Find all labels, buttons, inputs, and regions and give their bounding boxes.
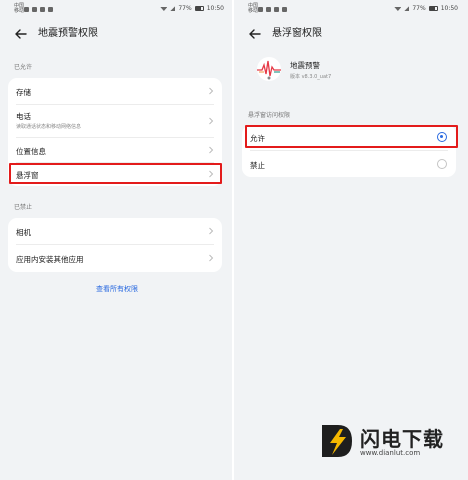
notification-icon — [282, 7, 287, 12]
notification-icons — [24, 7, 53, 12]
permission-label: 位置信息 — [16, 147, 46, 156]
permission-label: 存储 — [16, 88, 31, 97]
chevron-right-icon — [209, 87, 214, 95]
notification-icons — [258, 7, 287, 12]
notification-icon — [258, 7, 263, 12]
notification-icon — [274, 7, 279, 12]
nav-bar: 悬浮窗权限 — [234, 24, 468, 44]
wifi-icon — [394, 7, 402, 11]
status-right: 77% 10:50 — [160, 5, 224, 12]
permission-item-location[interactable]: 位置信息 — [8, 138, 222, 162]
permission-item-phone[interactable]: 电话 读取通话状态和移动网络信息 — [8, 105, 222, 137]
watermark-url: www.dianlut.com — [360, 449, 421, 457]
watermark-logo-icon — [322, 425, 352, 457]
signal-icon — [170, 6, 176, 11]
notification-icon — [48, 7, 53, 12]
battery-icon — [428, 6, 438, 11]
option-deny[interactable]: 禁止 — [242, 151, 456, 177]
back-arrow-icon[interactable] — [14, 27, 28, 41]
app-name: 地震预警 — [290, 61, 320, 70]
status-right: 77% 10:50 — [394, 5, 458, 12]
battery-icon — [194, 6, 204, 11]
nav-bar: 地震预警权限 — [0, 24, 234, 44]
page-title: 悬浮窗权限 — [272, 28, 322, 39]
permission-description: 读取通话状态和移动网络信息 — [16, 124, 82, 130]
permission-item-install-apps[interactable]: 应用内安装其他应用 — [8, 245, 222, 272]
denied-permissions-card: 相机 应用内安装其他应用 — [8, 218, 222, 272]
earthquake-app-icon — [257, 57, 281, 81]
battery-percent: 77% — [178, 5, 192, 12]
highlight-box — [245, 125, 458, 148]
signal-icon — [404, 6, 410, 11]
right-screen: 中国移动 77% 10:50 悬浮窗权限 地震预警 版本 v8.3.0_uat7… — [234, 0, 468, 480]
chevron-right-icon — [209, 227, 214, 235]
back-arrow-icon[interactable] — [248, 27, 262, 41]
battery-percent: 77% — [412, 5, 426, 12]
clock-time: 10:50 — [440, 5, 458, 12]
section-label-allowed: 已允许 — [14, 64, 33, 71]
highlight-box — [9, 163, 222, 184]
section-label-floating-access: 悬浮窗访问权限 — [248, 112, 291, 119]
status-bar: 中国移动 77% 10:50 — [0, 0, 234, 20]
clock-time: 10:50 — [206, 5, 224, 12]
notification-icon — [40, 7, 45, 12]
notification-icon — [32, 7, 37, 12]
option-label: 禁止 — [250, 161, 265, 170]
section-label-denied: 已禁止 — [14, 204, 33, 211]
permission-label: 相机 — [16, 228, 31, 237]
watermark-text: 闪电下载 — [360, 427, 444, 451]
permission-item-storage[interactable]: 存储 — [8, 78, 222, 104]
notification-icon — [24, 7, 29, 12]
wifi-icon — [160, 7, 168, 11]
permission-item-camera[interactable]: 相机 — [8, 218, 222, 244]
app-version: 版本 v8.3.0_uat7 — [290, 74, 332, 80]
left-screen: 中国移动 77% 10:50 地震预警权限 已允许 存储 电话 读取通话状态和移… — [0, 0, 234, 480]
chevron-right-icon — [209, 146, 214, 154]
radio-unselected-icon[interactable] — [437, 159, 447, 169]
view-all-permissions-link[interactable]: 查看所有权限 — [0, 284, 234, 294]
chevron-right-icon — [209, 117, 214, 125]
permission-label: 应用内安装其他应用 — [16, 255, 84, 264]
status-bar: 中国移动 77% 10:50 — [234, 0, 468, 20]
permission-label: 电话 — [16, 112, 31, 121]
page-title: 地震预警权限 — [38, 28, 98, 39]
notification-icon — [266, 7, 271, 12]
chevron-right-icon — [209, 254, 214, 262]
